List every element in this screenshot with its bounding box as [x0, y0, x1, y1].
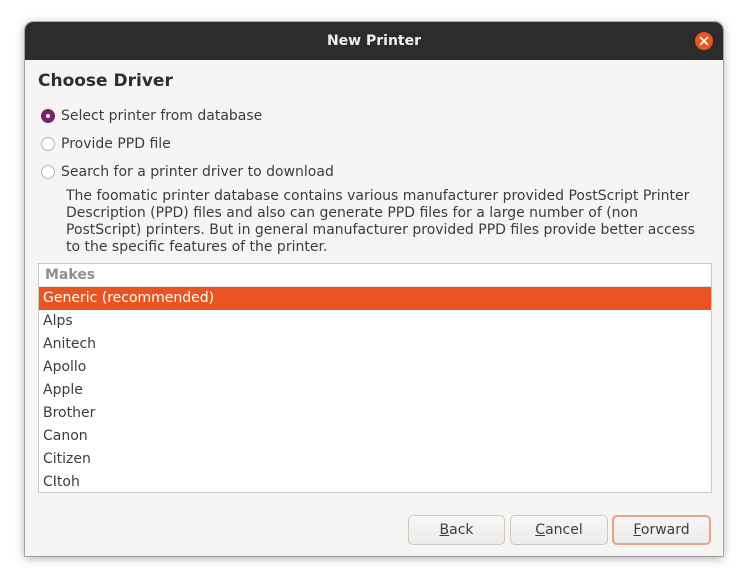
back-button[interactable]: Back	[408, 515, 505, 545]
radio-button-checked[interactable]	[41, 109, 55, 123]
close-button[interactable]	[695, 32, 713, 50]
page-heading: Choose Driver	[38, 71, 173, 91]
forward-label: orward	[640, 522, 690, 538]
list-item[interactable]: Brother	[39, 402, 711, 425]
radio-label: Select printer from database	[61, 108, 263, 124]
list-item[interactable]: Anitech	[39, 333, 711, 356]
back-mnemonic: B	[439, 522, 450, 538]
list-item[interactable]: Canon	[39, 425, 711, 448]
description-text: The foomatic printer database contains v…	[66, 188, 695, 255]
radio-provide-ppd-file[interactable]: Provide PPD file	[41, 134, 171, 154]
list-item[interactable]: CItoh	[39, 471, 711, 492]
radio-button[interactable]	[41, 137, 55, 151]
close-icon	[699, 36, 709, 46]
radio-label: Provide PPD file	[61, 136, 171, 152]
window-title: New Printer	[326, 33, 422, 49]
list-item[interactable]: Apple	[39, 379, 711, 402]
radio-select-from-database[interactable]: Select printer from database	[41, 106, 262, 126]
radio-button[interactable]	[41, 165, 55, 179]
titlebar: New Printer	[25, 22, 723, 60]
makes-column-header[interactable]: Makes	[39, 264, 711, 287]
list-item[interactable]: Citizen	[39, 448, 711, 471]
new-printer-dialog: New Printer Choose Driver Select printer…	[25, 22, 723, 556]
cancel-button[interactable]: Cancel	[510, 515, 608, 545]
cancel-mnemonic: C	[535, 522, 546, 538]
forward-mnemonic: F	[633, 522, 641, 538]
back-label: ack	[449, 522, 474, 538]
forward-button[interactable]: Forward	[612, 515, 711, 545]
list-item[interactable]: Apollo	[39, 356, 711, 379]
list-item-selected[interactable]: Generic (recommended)	[39, 287, 711, 310]
list-item[interactable]: Alps	[39, 310, 711, 333]
makes-list[interactable]: Makes Generic (recommended) Alps Anitech…	[38, 263, 712, 493]
radio-search-driver-download[interactable]: Search for a printer driver to download	[41, 162, 334, 182]
radio-label: Search for a printer driver to download	[61, 164, 334, 180]
cancel-label: ancel	[545, 522, 583, 538]
